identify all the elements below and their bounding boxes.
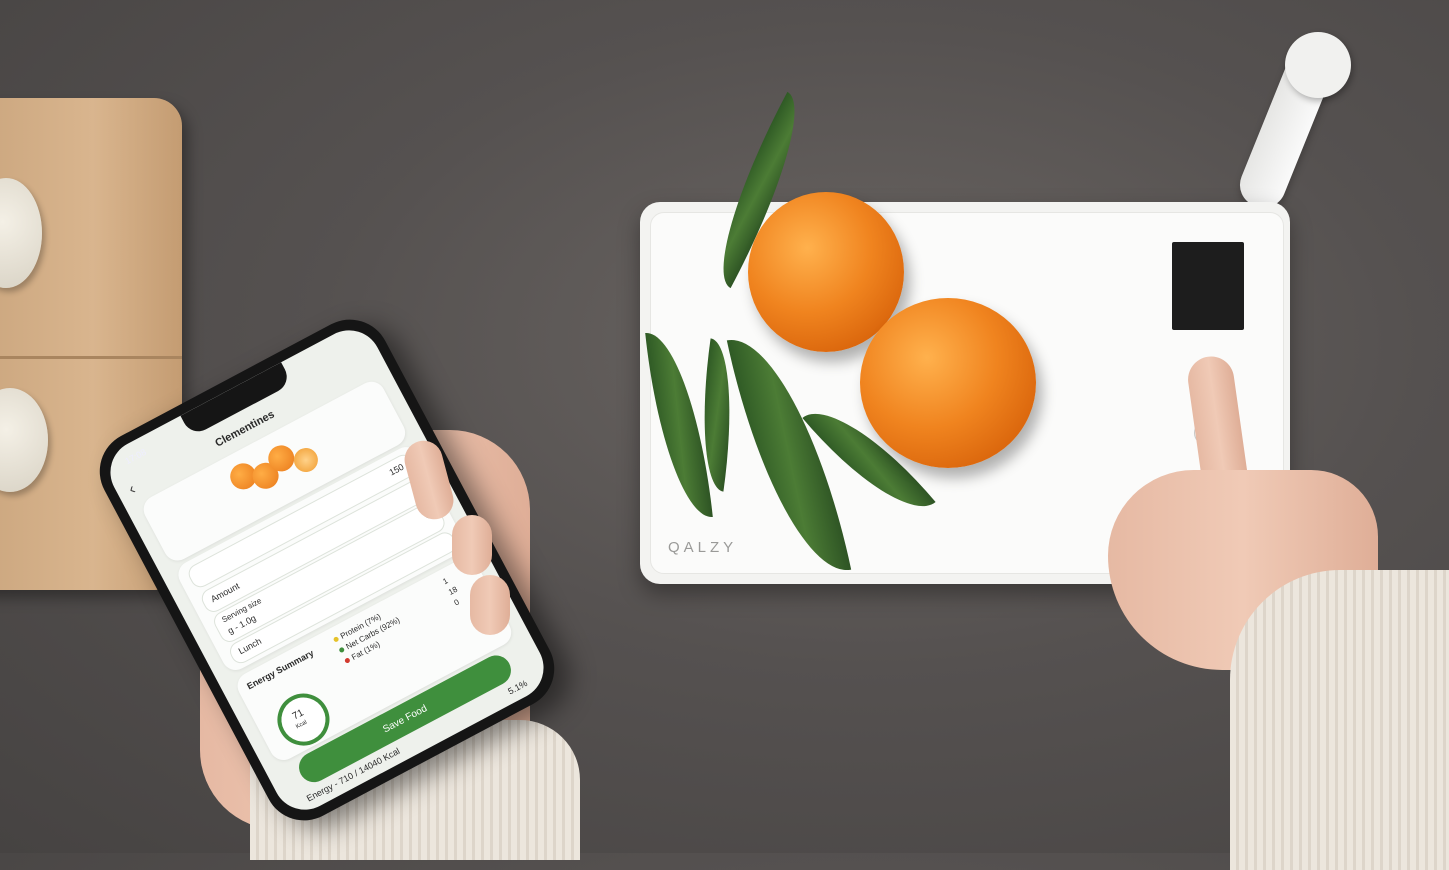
food-image-segment	[289, 443, 323, 477]
scale-brand: QALZY	[668, 539, 738, 556]
amount-label: Amount	[209, 580, 242, 605]
amount-value: 150	[387, 461, 406, 478]
macro-fat-value: 0	[452, 597, 461, 608]
scale-display	[1172, 242, 1244, 330]
left-finger	[452, 515, 492, 575]
macro-protein-value: 1	[441, 576, 450, 587]
scale-handle-cap	[1285, 32, 1351, 98]
back-chevron-icon[interactable]: ‹	[126, 481, 139, 499]
clementine	[860, 298, 1036, 468]
macro-net-carbs-value: 18	[446, 584, 460, 597]
energy-percent: 5.1%	[506, 678, 530, 697]
meal-value: Lunch	[236, 635, 264, 657]
status-time: 17:08	[123, 446, 148, 467]
cutting-board-seam	[0, 356, 182, 359]
right-sleeve	[1230, 570, 1449, 870]
left-finger	[470, 575, 510, 635]
